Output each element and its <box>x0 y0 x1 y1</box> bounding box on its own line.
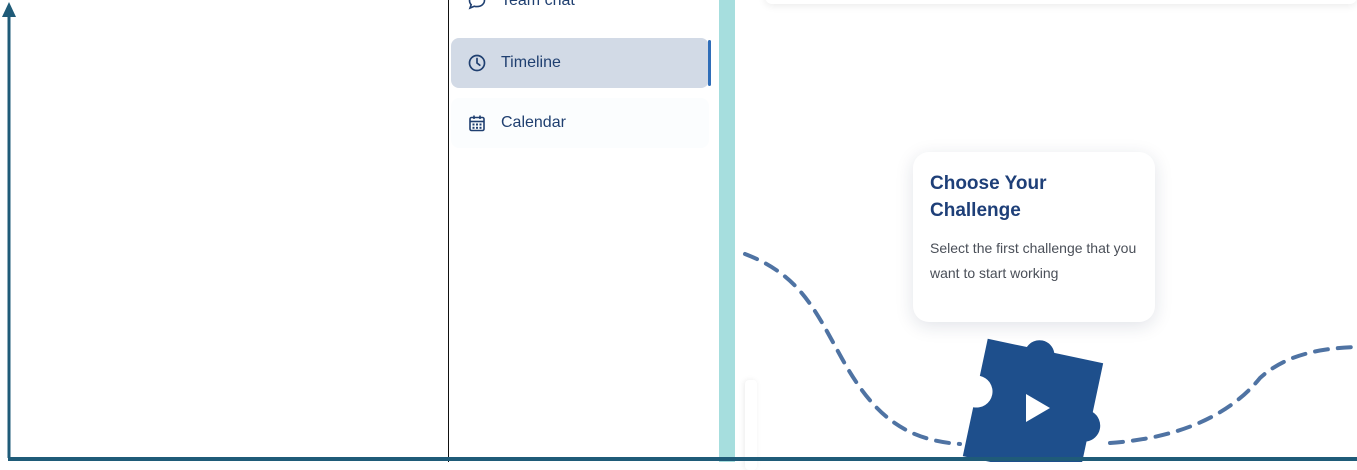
annotation-baseline <box>8 457 1357 461</box>
challenge-card[interactable]: Choose Your Challenge Select the first c… <box>913 152 1155 322</box>
challenge-card-description: Select the first challenge that you want… <box>930 240 1137 281</box>
puzzle-piece <box>962 338 1104 462</box>
challenge-card-title: Choose Your Challenge <box>930 173 1047 221</box>
